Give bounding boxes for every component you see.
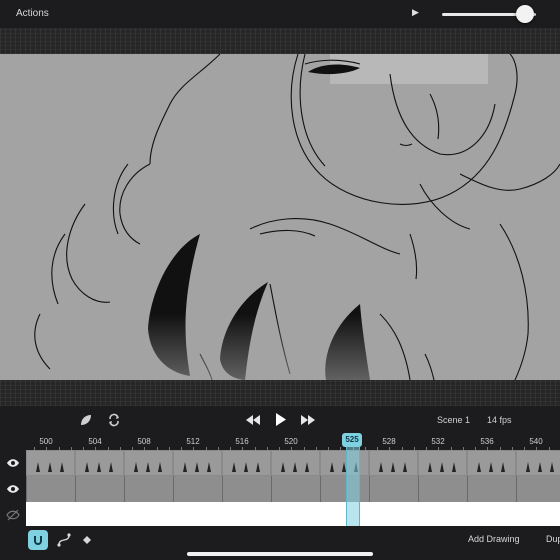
frame-number-label: 528 xyxy=(382,437,396,446)
frame-number-label: 520 xyxy=(284,437,298,446)
top-bar: Actions ▶ xyxy=(0,0,560,28)
onion-skin-icon[interactable] xyxy=(79,413,93,427)
eye-hidden-icon[interactable] xyxy=(0,503,26,527)
fast-forward-icon[interactable] xyxy=(300,414,316,426)
layer-visibility-column xyxy=(0,450,26,526)
keyframe-icon[interactable] xyxy=(77,530,97,550)
drawing-canvas[interactable] xyxy=(0,54,560,380)
frame-number-label: 516 xyxy=(235,437,249,446)
sketch-artwork xyxy=(34,54,560,380)
frame-number-label: 512 xyxy=(186,437,200,446)
layer-track-background[interactable] xyxy=(26,502,560,526)
frame-ruler[interactable]: 500 504 508 512 516 520 525 528 532 536 540 xyxy=(26,434,560,450)
play-icon[interactable] xyxy=(275,412,287,427)
scene-label[interactable]: Scene 1 xyxy=(437,415,470,425)
canvas-border-top xyxy=(0,28,560,54)
current-frame-badge[interactable]: 525 xyxy=(342,433,362,447)
path-icon[interactable] xyxy=(54,530,74,550)
eye-icon[interactable] xyxy=(0,451,26,475)
frame-number-label: 500 xyxy=(39,437,53,446)
rewind-icon[interactable] xyxy=(245,414,261,426)
eye-icon[interactable] xyxy=(0,477,26,501)
frame-number-label: 532 xyxy=(431,437,445,446)
frame-number-label: 536 xyxy=(480,437,494,446)
add-drawing-button[interactable]: Add Drawing xyxy=(468,534,520,544)
home-indicator xyxy=(187,552,373,556)
loop-icon[interactable] xyxy=(107,413,121,427)
playback-controls: Scene 1 14 fps xyxy=(0,406,560,434)
duplicate-button[interactable]: Dup xyxy=(546,534,560,544)
slider-knob[interactable] xyxy=(515,5,534,23)
actions-button[interactable]: Actions xyxy=(16,8,49,19)
canvas-border-bottom xyxy=(0,380,560,406)
play-icon[interactable]: ▶ xyxy=(412,7,419,18)
frame-number-label: 508 xyxy=(137,437,151,446)
playhead[interactable] xyxy=(346,447,360,526)
layer-track-empty[interactable] xyxy=(26,476,560,502)
frame-number-label: 504 xyxy=(88,437,102,446)
layer-track-drawing[interactable] xyxy=(26,450,560,476)
magnet-icon[interactable] xyxy=(28,530,48,550)
frame-number-label: 540 xyxy=(529,437,543,446)
fps-label[interactable]: 14 fps xyxy=(487,415,512,425)
frame-thumbnails xyxy=(27,451,560,475)
